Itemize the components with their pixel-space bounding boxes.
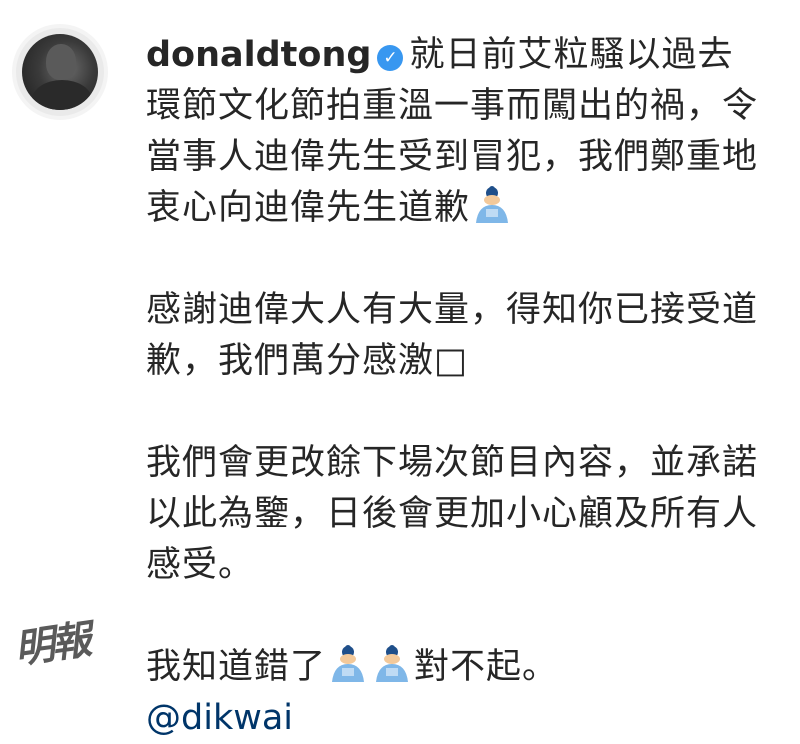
bowing-person-emoji-icon — [332, 645, 365, 682]
newspaper-watermark: 明報 — [11, 616, 92, 673]
caption-paragraph-4: 我知道錯了 對不起。 — [146, 642, 766, 693]
verified-badge-icon: ✓ — [377, 45, 404, 71]
bowing-person-emoji-icon — [376, 645, 409, 682]
caption-paragraph-1: donaldtong ✓ 就日前艾粒騷以過去環節文化節拍重溫一事而闖出的禍，令當事人… — [146, 30, 766, 234]
caption-text-4: 我知道錯了 — [146, 647, 327, 687]
profile-avatar[interactable] — [12, 24, 108, 120]
missing-glyph-box: □ — [434, 341, 469, 381]
post-caption: donaldtong ✓ 就日前艾粒騷以過去環節文化節拍重溫一事而闖出的禍，令當事人… — [146, 30, 766, 744]
caption-mention-line: @dikwai — [146, 693, 766, 744]
caption-paragraph-3: 我們會更改餘下場次節目內容，並承諾以此為鑒，日後會更加小心顧及所有人感受。 — [146, 443, 759, 585]
avatar-head-shape — [46, 44, 76, 80]
caption-paragraph-2: 感謝迪偉大人有大量，得知你已接受道歉，我們萬分感激□ — [146, 285, 766, 387]
username-link[interactable]: donaldtong — [146, 35, 371, 75]
mention-link[interactable]: @dikwai — [146, 698, 293, 738]
avatar-shoulders-shape — [32, 80, 92, 110]
caption-text-4-end: 對不起。 — [414, 647, 559, 687]
bowing-person-emoji-icon — [476, 186, 509, 223]
avatar-photo — [22, 34, 98, 110]
